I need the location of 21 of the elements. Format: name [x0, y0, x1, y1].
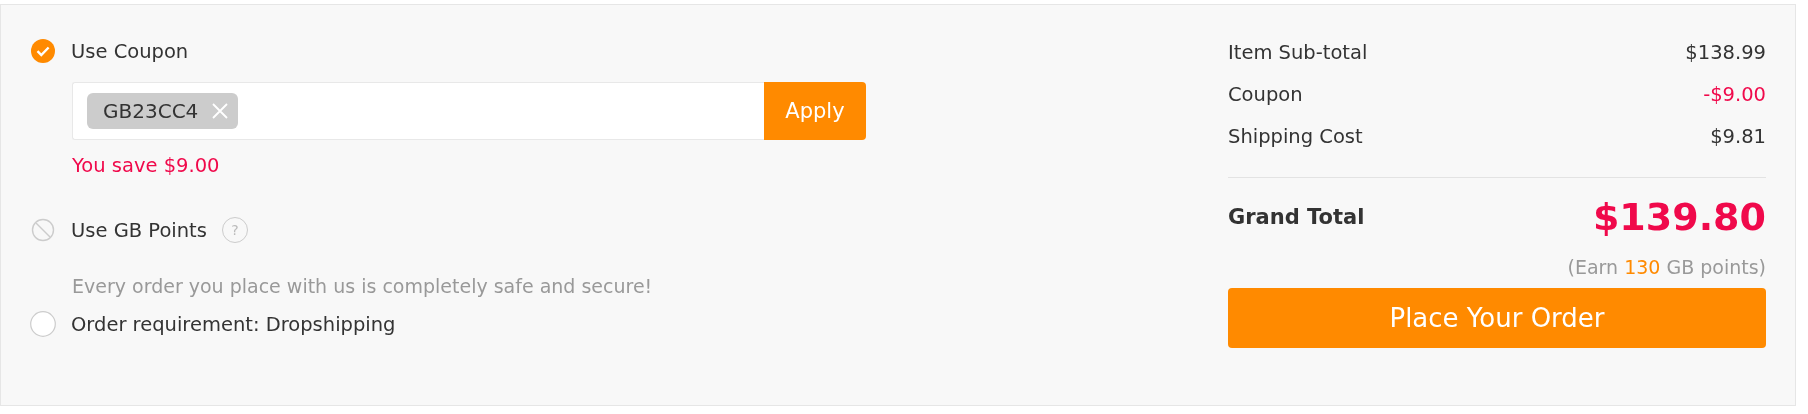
apply-button[interactable]: Apply: [764, 82, 866, 140]
summary-value: $9.81: [1710, 124, 1766, 148]
points-earned-text: (Earn 130 GB points): [1567, 256, 1766, 278]
place-order-button[interactable]: Place Your Order: [1228, 288, 1766, 348]
grand-total-value: $139.80: [1592, 195, 1766, 239]
summary-value: -$9.00: [1703, 82, 1766, 106]
summary-value: $138.99: [1685, 40, 1766, 64]
option-label: Use GB Points: [71, 218, 207, 242]
checkbox[interactable]: [31, 39, 55, 63]
security-note: Every order you place with us is completely safe and secure!: [72, 275, 654, 297]
close-icon[interactable]: [212, 103, 229, 119]
summary-label: Coupon: [1228, 82, 1303, 106]
option-label: Use Coupon: [71, 39, 189, 63]
checkbox[interactable]: [30, 311, 56, 337]
savings-text: You save $9.00: [72, 154, 221, 177]
coupon-field[interactable]: GB23CC4: [72, 82, 764, 140]
grand-total-label: Grand Total: [1228, 205, 1365, 229]
summary-label: Shipping Cost: [1228, 124, 1363, 148]
summary-label: Item Sub-total: [1228, 40, 1368, 64]
coupon-code: GB23CC4: [103, 99, 199, 123]
option-label: Order requirement: Dropshipping: [71, 312, 396, 336]
